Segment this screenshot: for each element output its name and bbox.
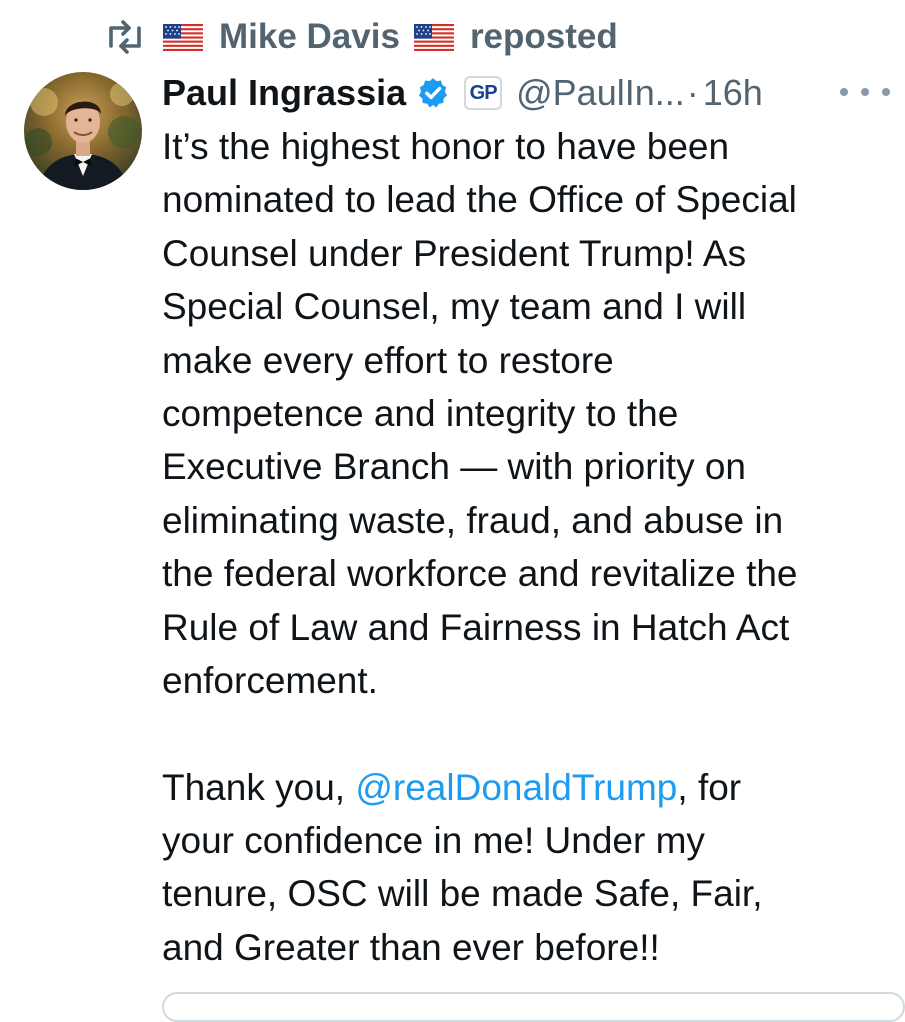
reposter-name[interactable]: Mike Davis [219, 17, 400, 57]
tweet-text-line: Special Counsel, my team and I will [162, 286, 747, 328]
tweet-text-line: It’s the highest honor to have been [162, 126, 730, 167]
tweet-text-line: Counsel under President Trump! As [162, 232, 747, 274]
avatar-photo [24, 72, 142, 190]
repost-action-label: reposted [469, 17, 618, 56]
tweet-text: It’s the highest honor to have been nomi… [162, 120, 897, 974]
tweet-text-line: eliminating waste, fraud, and abuse in [162, 499, 784, 541]
header-separator: · [686, 72, 699, 113]
thanks-suffix: , for [677, 766, 742, 808]
tweet-text-line: Executive Branch — with priority on [162, 446, 747, 488]
repost-icon [109, 20, 141, 54]
timestamp[interactable]: 16h [703, 72, 763, 114]
tweet-header: Paul Ingrassia GP @PaulIn... · 16h [162, 66, 763, 120]
verified-badge-icon [419, 78, 448, 108]
tweet-text-line: your confidence in me! Under my [162, 820, 705, 862]
mention-link[interactable]: @realDonaldTrump [355, 767, 677, 808]
tweet-text-line: tenure, OSC will be made Safe, Fair, [162, 873, 763, 915]
affiliate-badge[interactable]: GP [464, 76, 503, 110]
thanks-prefix: Thank you, [162, 766, 356, 808]
author-handle[interactable]: @PaulIn... [516, 72, 685, 114]
us-flag-icon [413, 23, 454, 51]
tweet-text-line: the federal workforce and revitalize the [162, 553, 798, 595]
avatar[interactable] [24, 72, 142, 190]
tweet-text-line: make every effort to restore [162, 339, 614, 381]
repost-banner[interactable]: Mike Davis reposted [105, 14, 618, 60]
tweet-text-line: and Greater than ever before!! [162, 926, 660, 968]
us-flag-icon [163, 23, 203, 51]
tweet-text-line: Thank you, @realDonaldTrump, for [162, 761, 897, 814]
tweet-text-line: nominated to lead the Office of Special [162, 179, 797, 221]
embedded-card-edge[interactable] [162, 992, 905, 1022]
tweet-text-line: enforcement. [162, 659, 378, 701]
tweet-text-line: competence and integrity to the [162, 392, 679, 434]
author-name[interactable]: Paul Ingrassia [162, 72, 406, 114]
tweet-text-line: Rule of Law and Fairness in Hatch Act [162, 606, 790, 648]
more-options-icon[interactable] [840, 74, 890, 110]
